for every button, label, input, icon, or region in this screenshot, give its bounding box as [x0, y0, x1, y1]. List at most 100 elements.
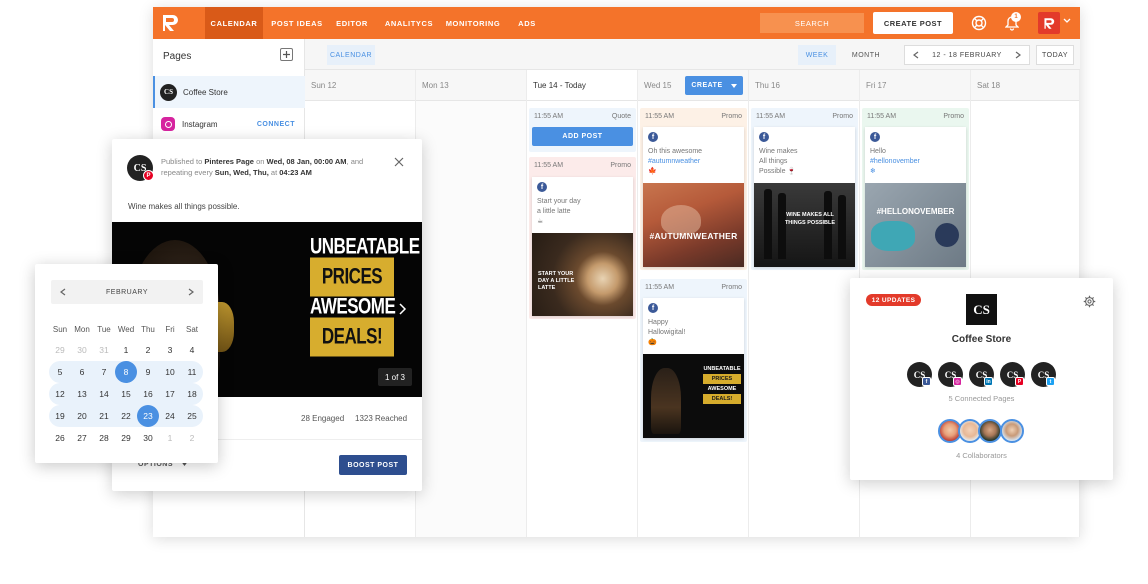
date-cell[interactable]: 24: [159, 405, 181, 427]
date-cell[interactable]: 4: [181, 339, 203, 361]
post-slot-tue[interactable]: 11:55 AM Promo f Start your day a little l…: [529, 157, 636, 319]
sidebar-item-instagram[interactable]: Instagram CONNECT: [153, 108, 305, 140]
date-cell[interactable]: 9: [137, 361, 159, 383]
help-icon[interactable]: [971, 15, 987, 31]
updates-badge[interactable]: 12 UPDATES: [866, 294, 921, 306]
date-cell[interactable]: 31: [93, 339, 115, 361]
sidebar-item-label: Coffee Store: [183, 87, 228, 97]
slot-time: 11:55 AM: [534, 161, 564, 169]
deals-image: UNBEATABLE PRICES AWESOME DEALS!: [643, 354, 744, 438]
post-slot-fri[interactable]: 11:55 AM Promo f Hello #hellonovember ❄ #HE…: [862, 108, 969, 270]
date-cell[interactable]: 22: [115, 405, 137, 427]
post-preview[interactable]: f Happy Hallowigital! 🎃 UNBEATABLE PRICES …: [643, 298, 744, 438]
day-header: Sat 18: [971, 70, 1079, 101]
today-button[interactable]: TODAY: [1036, 45, 1074, 65]
date-cell[interactable]: 2: [137, 339, 159, 361]
post-preview[interactable]: f Hello #hellonovember ❄ #HELLONOVEMBER: [865, 127, 966, 267]
nav-post-ideas[interactable]: POST IDEAS: [268, 7, 326, 39]
chevron-left-icon[interactable]: [913, 51, 919, 59]
account-logo-icon: [1044, 17, 1055, 29]
post-slot-wed[interactable]: 11:55 AM Promo f Oh this awesome #autumnwe…: [640, 108, 747, 270]
date-cell[interactable]: 3: [159, 339, 181, 361]
reached-count: 1323 Reached: [355, 414, 408, 423]
post-text: Oh this awesome #autumnweather 🍁: [648, 148, 703, 175]
add-page-button[interactable]: [280, 48, 293, 61]
weekday-label: Sun: [52, 324, 68, 334]
post-preview[interactable]: f Wine makes All things Possible 🍷 WINE MA…: [754, 127, 855, 267]
day-header: Tue 14 - Today: [527, 70, 637, 101]
date-cell[interactable]: 17: [159, 383, 181, 405]
post-slot-wed-2[interactable]: 11:55 AM Promo f Happy Hallowigital! 🎃 UNBE…: [640, 279, 747, 442]
nav-calendar[interactable]: CALENDAR: [205, 7, 263, 39]
date-cell[interactable]: 1: [159, 427, 181, 449]
chevron-down-icon[interactable]: [1063, 18, 1071, 24]
day-column-mon[interactable]: Mon 13: [416, 70, 527, 537]
date-cell[interactable]: 21: [93, 405, 115, 427]
create-dropdown-button[interactable]: CREATE: [685, 76, 743, 95]
post-text: Hello #hellonovember ❄: [870, 148, 920, 175]
date-cell[interactable]: 1: [115, 339, 137, 361]
boost-post-button[interactable]: BOOST POST: [339, 455, 407, 475]
date-cell[interactable]: 13: [71, 383, 93, 405]
post-text: Wine makes All things Possible 🍷: [759, 148, 798, 175]
nav-monitoring[interactable]: MONITORING: [445, 7, 501, 39]
date-picker: FEBRUARY Sun Mon Tue Wed Thu Fri Sat 29 30 31 1 2 3 4…: [35, 264, 218, 463]
sidebar-title: Pages: [163, 51, 192, 62]
month-view-button[interactable]: MONTH: [841, 45, 891, 65]
date-cell[interactable]: 16: [137, 383, 159, 405]
date-cell[interactable]: 25: [181, 405, 203, 427]
collaborator-avatar[interactable]: [978, 419, 1002, 443]
post-text: Happy Hallowigital! 🎃: [648, 319, 686, 346]
nav-editor[interactable]: EDITOR: [331, 7, 373, 39]
date-cell[interactable]: 12: [49, 383, 71, 405]
date-cell[interactable]: 8: [115, 361, 137, 383]
post-preview[interactable]: f Oh this awesome #autumnweather 🍁 #AUTUMN…: [643, 127, 744, 267]
date-cell[interactable]: 29: [49, 339, 71, 361]
top-navbar: CALENDAR POST IDEAS EDITOR ANALITYCS MON…: [153, 7, 1080, 39]
search-input[interactable]: SEARCH: [760, 13, 864, 33]
date-cell[interactable]: 30: [137, 427, 159, 449]
create-post-button[interactable]: CREATE POST: [873, 12, 953, 34]
date-cell[interactable]: 15: [115, 383, 137, 405]
date-cell[interactable]: 10: [159, 361, 181, 383]
date-cell[interactable]: 18: [181, 383, 203, 405]
nav-analytics[interactable]: ANALITYCS: [379, 7, 439, 39]
date-cell[interactable]: 2: [181, 427, 203, 449]
nav-ads[interactable]: ADS: [513, 7, 541, 39]
day-header: Thu 16: [749, 70, 859, 101]
week-view-button[interactable]: WEEK: [798, 45, 836, 65]
chevron-right-icon[interactable]: [188, 288, 194, 296]
sidebar-item-coffee-store[interactable]: CS Coffee Store: [153, 76, 305, 108]
date-cell[interactable]: 27: [71, 427, 93, 449]
date-cell[interactable]: 29: [115, 427, 137, 449]
slot-type: Promo: [943, 112, 964, 120]
slot-type: Promo: [610, 161, 631, 169]
date-cell[interactable]: 30: [71, 339, 93, 361]
november-image: #HELLONOVEMBER: [865, 183, 966, 267]
image-caption: #HELLONOVEMBER: [876, 207, 955, 216]
date-cell[interactable]: 19: [49, 405, 71, 427]
post-preview[interactable]: f Start your day a little latte ☕ START YO…: [532, 177, 633, 316]
slot-time: 11:55 AM: [645, 112, 675, 120]
date-cell[interactable]: 14: [93, 383, 115, 405]
date-cell[interactable]: 6: [71, 361, 93, 383]
account-button[interactable]: [1038, 12, 1060, 34]
date-cell[interactable]: 7: [93, 361, 115, 383]
date-cell[interactable]: 20: [71, 405, 93, 427]
close-icon[interactable]: [394, 157, 404, 167]
add-post-button[interactable]: ADD POST: [532, 127, 633, 146]
gear-icon[interactable]: [1083, 295, 1096, 308]
collaborator-avatar[interactable]: [1000, 419, 1024, 443]
date-cell[interactable]: 28: [93, 427, 115, 449]
slot-type: Promo: [721, 112, 742, 120]
calendar-view-tab[interactable]: CALENDAR: [327, 45, 375, 65]
date-cell[interactable]: 5: [49, 361, 71, 383]
post-slot-thu[interactable]: 11:55 AM Promo f Wine makes All things Poss…: [751, 108, 858, 270]
chevron-right-icon[interactable]: [1015, 51, 1021, 59]
promo-text: UNBEATABLE PRICES AWESOME DEALS!: [310, 232, 420, 357]
date-cell[interactable]: 11: [181, 361, 203, 383]
connect-link[interactable]: CONNECT: [257, 121, 295, 128]
date-cell[interactable]: 23: [137, 405, 159, 427]
carousel-next-icon[interactable]: [399, 303, 407, 315]
date-cell[interactable]: 26: [49, 427, 71, 449]
